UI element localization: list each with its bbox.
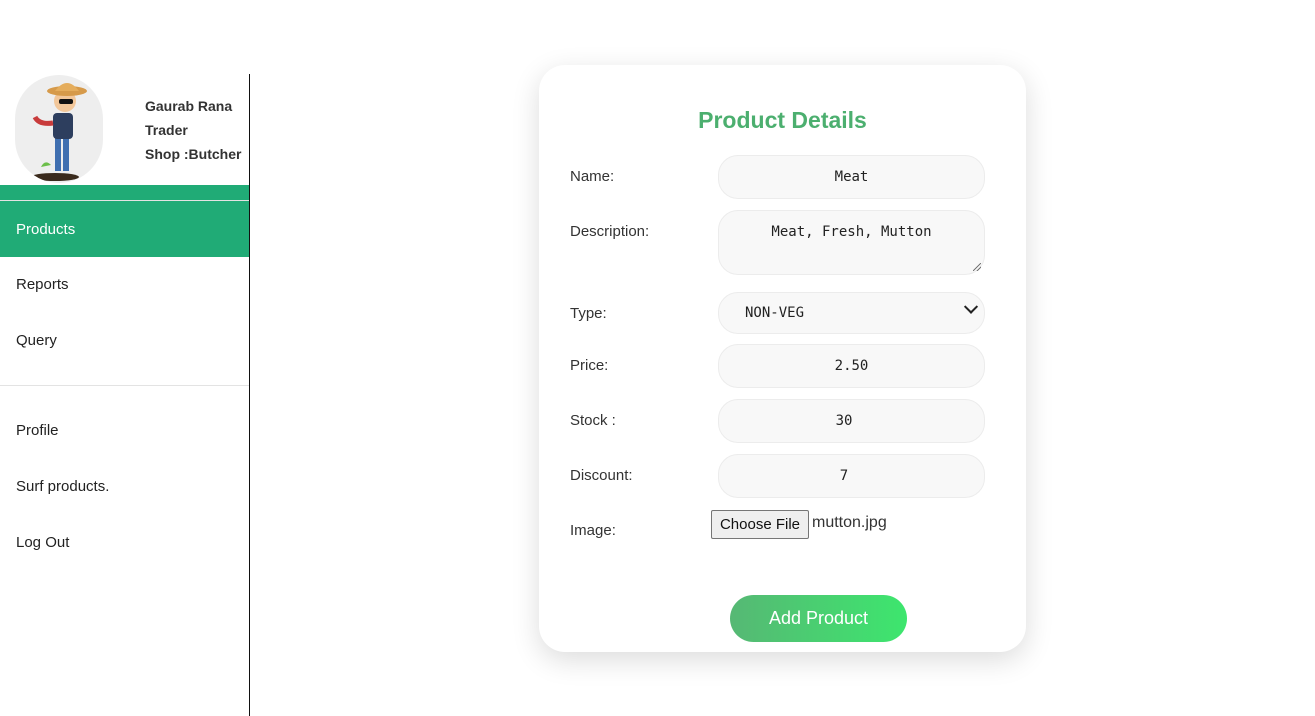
user-role: Trader xyxy=(145,122,188,138)
sidebar-item-surf-products[interactable]: Surf products. xyxy=(0,459,249,515)
add-product-button[interactable]: Add Product xyxy=(730,595,907,642)
resize-grip-icon[interactable] xyxy=(973,263,981,271)
main-nav: Products Reports Query xyxy=(0,185,249,369)
description-value: Meat, Fresh, Mutton xyxy=(771,224,932,240)
user-info: Gaurab Rana Trader Shop :Butcher xyxy=(145,94,241,166)
secondary-nav: Profile Surf products. Log Out xyxy=(0,403,249,571)
name-input[interactable]: Meat xyxy=(718,155,985,199)
sidebar-item-query[interactable]: Query xyxy=(0,313,249,369)
sidebar-item-reports[interactable]: Reports xyxy=(0,257,249,313)
type-select[interactable]: NON-VEG xyxy=(718,292,985,334)
sidebar-item-log-out[interactable]: Log Out xyxy=(0,515,249,571)
image-label: Image: xyxy=(570,522,616,539)
type-label: Type: xyxy=(570,305,607,322)
user-shop: Shop :Butcher xyxy=(145,146,242,162)
file-name: mutton.jpg xyxy=(812,514,887,531)
discount-label: Discount: xyxy=(570,467,633,484)
farmer-illustration-icon xyxy=(31,83,87,181)
sidebar: Gaurab Rana Trader Shop :Butcher Product… xyxy=(0,74,250,716)
name-label: Name: xyxy=(570,168,615,185)
user-name: Gaurab Rana xyxy=(145,98,233,114)
chevron-down-icon xyxy=(963,299,979,314)
type-value: NON-VEG xyxy=(745,305,805,321)
sidebar-item-profile[interactable]: Profile xyxy=(0,403,249,459)
discount-input[interactable]: 7 xyxy=(718,454,985,498)
stock-input[interactable]: 30 xyxy=(718,399,985,443)
sidebar-divider xyxy=(0,385,249,386)
price-input[interactable]: 2.50 xyxy=(718,344,985,388)
page-title: Product Details xyxy=(698,107,867,133)
choose-file-button[interactable]: Choose File xyxy=(711,510,809,539)
price-label: Price: xyxy=(570,357,609,374)
description-label: Description: xyxy=(570,223,650,240)
description-textarea[interactable]: Meat, Fresh, Mutton xyxy=(718,210,985,275)
avatar xyxy=(15,75,103,183)
stock-label: Stock : xyxy=(570,412,616,429)
profile-block: Gaurab Rana Trader Shop :Butcher xyxy=(0,74,249,201)
